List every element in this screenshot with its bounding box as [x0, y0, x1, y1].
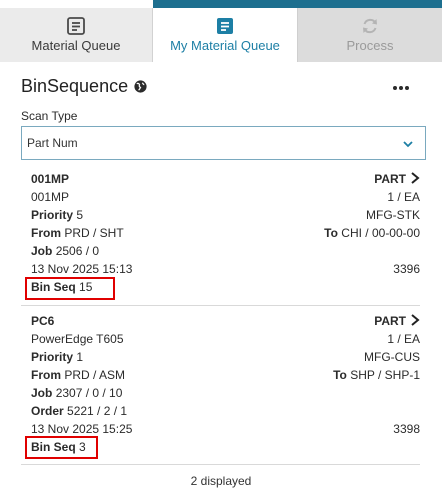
- priority-value: 5: [76, 208, 84, 222]
- tab-material-queue-label: Material Queue: [31, 38, 121, 53]
- order-value: 5221 / 2 / 1: [67, 404, 128, 418]
- job-value: 2506 / 0: [55, 244, 100, 258]
- tab-bar: Material Queue My Material Queue Process: [0, 8, 442, 62]
- scan-type-value: Part Num: [27, 136, 78, 150]
- tab-process-label: Process: [346, 38, 394, 53]
- chevron-right-icon: [411, 314, 420, 326]
- globe-icon[interactable]: [133, 79, 148, 94]
- page-title: BinSequence: [21, 76, 129, 96]
- quantity: 1 / EA: [387, 332, 420, 346]
- priority-value: 1: [76, 350, 84, 364]
- results-count: 2 displayed: [190, 474, 252, 488]
- part-label: PART: [374, 314, 406, 328]
- record-id: 3396: [393, 262, 420, 276]
- job-label: Job: [31, 244, 53, 258]
- page-header: BinSequence: [21, 76, 421, 100]
- priority-label: Priority: [31, 350, 74, 364]
- tab-process[interactable]: Process: [297, 8, 442, 62]
- record-id: 3398: [393, 422, 420, 436]
- to-label: To: [333, 368, 347, 382]
- divider: [21, 464, 420, 465]
- class-value: MFG-CUS: [364, 350, 420, 364]
- from-label: From: [31, 226, 61, 240]
- list-icon: [217, 18, 233, 34]
- tab-my-material-queue[interactable]: My Material Queue: [153, 8, 297, 62]
- scan-type-select[interactable]: Part Num: [21, 126, 426, 160]
- scan-type-label: Scan Type: [21, 109, 78, 123]
- timestamp: 13 Nov 2025 15:25: [31, 422, 133, 436]
- job-label: Job: [31, 386, 53, 400]
- list-icon: [67, 17, 85, 35]
- more-icon[interactable]: [391, 78, 411, 98]
- quantity: 1 / EA: [387, 190, 420, 204]
- part-label: PART: [374, 172, 406, 186]
- part-description: 001MP: [31, 190, 70, 204]
- tab-my-material-queue-label: My Material Queue: [170, 38, 280, 53]
- class-value: MFG-STK: [366, 208, 420, 222]
- job-value: 2307 / 0 / 10: [55, 386, 123, 400]
- from-value: PRD / SHT: [64, 226, 124, 240]
- divider: [21, 305, 420, 306]
- bin-seq-highlight: [25, 277, 115, 300]
- refresh-icon: [363, 18, 377, 34]
- chevron-right-icon: [411, 172, 420, 184]
- part-number: 001MP: [31, 172, 70, 186]
- timestamp: 13 Nov 2025 15:13: [31, 262, 133, 276]
- active-tab-accent: [153, 0, 297, 8]
- to-label: To: [324, 226, 338, 240]
- to-value: CHI / 00-00-00: [341, 226, 420, 240]
- priority-label: Priority: [31, 208, 74, 222]
- part-description: PowerEdge T605: [31, 332, 124, 346]
- order-label: Order: [31, 404, 64, 418]
- chevron-down-icon: [403, 141, 413, 148]
- part-link[interactable]: PART: [374, 314, 420, 328]
- bin-seq-highlight: [25, 436, 98, 459]
- tab-material-queue[interactable]: Material Queue: [0, 8, 153, 62]
- to-value: SHP / SHP-1: [350, 368, 420, 382]
- from-label: From: [31, 368, 61, 382]
- part-link[interactable]: PART: [374, 172, 420, 186]
- part-number: PC6: [31, 314, 55, 328]
- from-value: PRD / ASM: [64, 368, 126, 382]
